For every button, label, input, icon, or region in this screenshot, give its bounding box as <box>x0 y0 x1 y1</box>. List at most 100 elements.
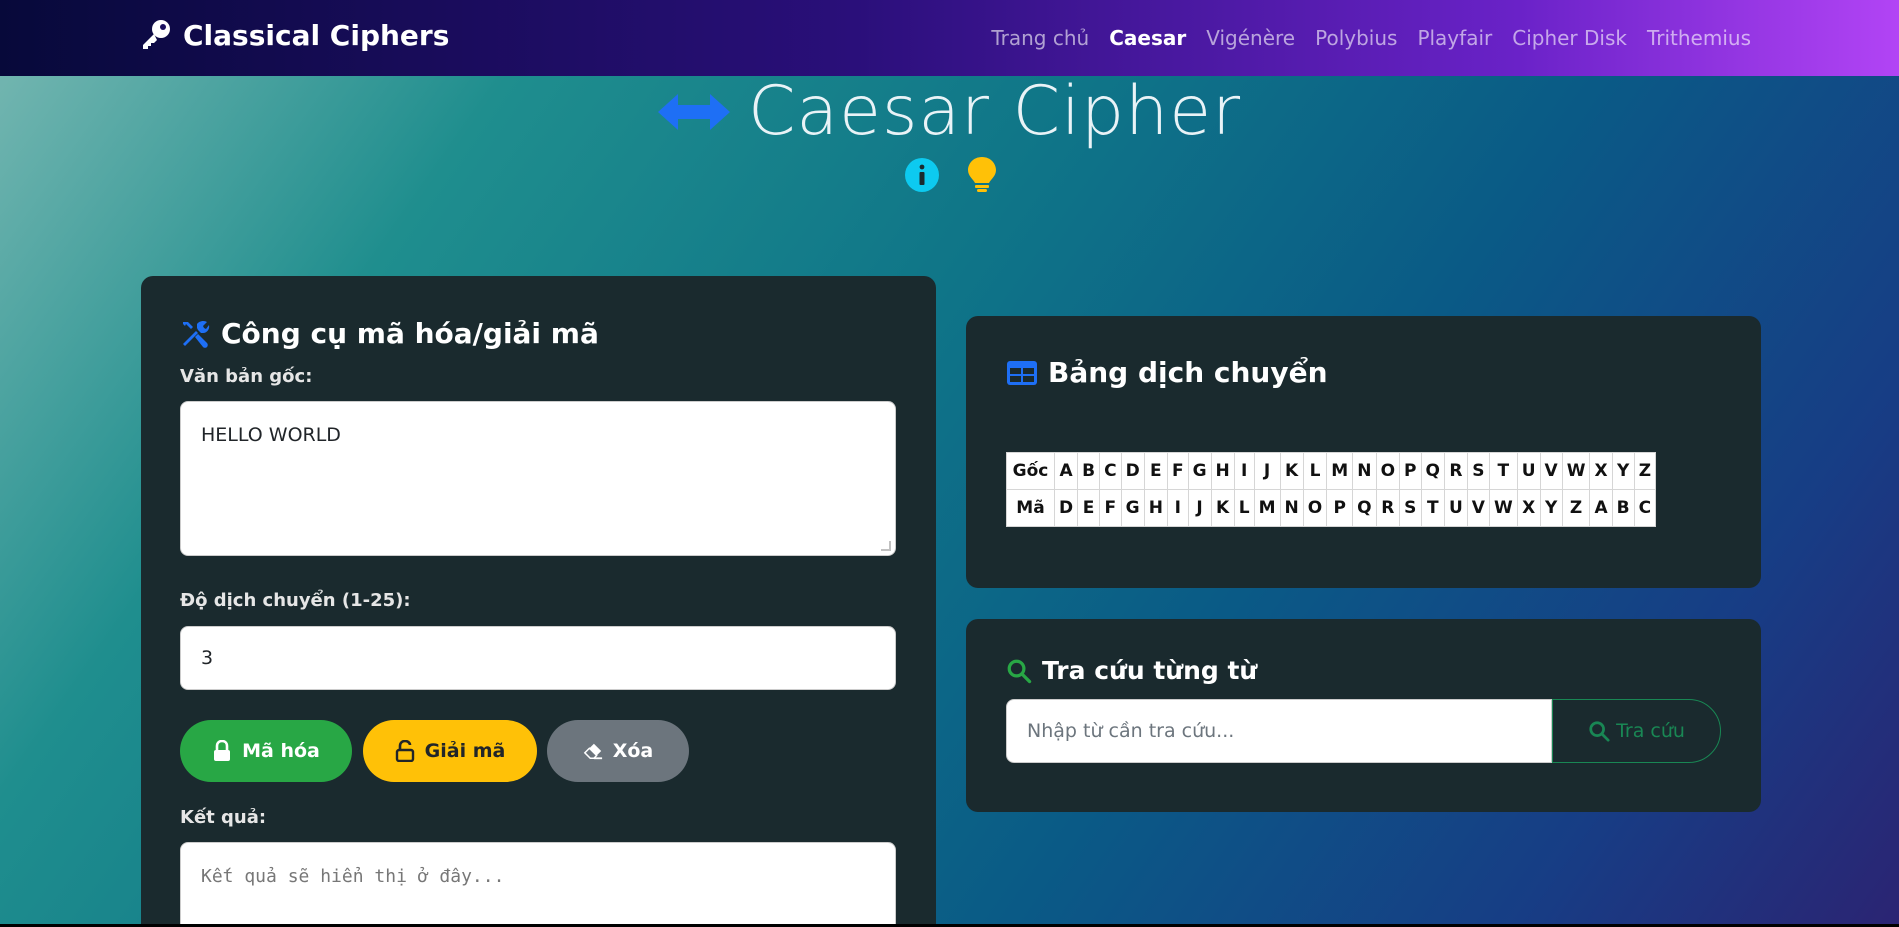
cipher-letter-cell: C <box>1633 489 1657 527</box>
cipher-letter-cell: F <box>1099 489 1122 527</box>
page-background: Classical Ciphers Trang chủ Caesar Vigén… <box>0 0 1899 924</box>
cipher-letter-cell: V <box>1466 489 1490 527</box>
plaintext-label: Văn bản gốc: <box>180 366 313 387</box>
plain-letter-cell: J <box>1253 452 1281 490</box>
cipher-letter-cell: G <box>1120 489 1145 527</box>
cipher-letter-cell: R <box>1375 489 1401 527</box>
result-placeholder: Kết quả sẽ hiển thị ở đây... <box>201 866 505 887</box>
plain-letter-cell: K <box>1279 452 1304 490</box>
hero-icons <box>904 156 1000 194</box>
cipher-letter-cell: H <box>1143 489 1168 527</box>
shift-value: 3 <box>201 647 214 669</box>
nav-link-cipher-disk[interactable]: Cipher Disk <box>1512 26 1627 50</box>
resize-handle[interactable] <box>881 541 891 551</box>
plain-letter-cell: E <box>1143 452 1168 490</box>
shift-input[interactable]: 3 <box>180 626 896 690</box>
cipher-letter-cell: O <box>1302 489 1328 527</box>
cipher-letter-cell: P <box>1326 489 1354 527</box>
shift-table-title-text: Bảng dịch chuyển <box>1048 356 1328 389</box>
plain-letter-cell: A <box>1053 452 1079 490</box>
cipher-letter-cell: K <box>1210 489 1235 527</box>
result-label: Kết quả: <box>180 807 267 828</box>
plain-letter-cell: U <box>1516 452 1541 490</box>
encrypt-label: Mã hóa <box>242 740 320 762</box>
cipher-letter-cell: I <box>1166 489 1189 527</box>
cipher-letter-cell: L <box>1233 489 1255 527</box>
cipher-letter-cell: M <box>1253 489 1281 527</box>
lookup-title-text: Tra cứu từng từ <box>1042 656 1258 685</box>
plain-letter-cell: I <box>1233 452 1255 490</box>
plain-letter-cell: R <box>1443 452 1468 490</box>
cipher-row-header: Mã <box>1006 489 1055 527</box>
plaintext-value: HELLO WORLD <box>201 424 341 446</box>
plain-letter-cell: L <box>1302 452 1328 490</box>
nav-links: Trang chủ Caesar Vigénère Polybius Playf… <box>991 26 1751 50</box>
encrypt-button[interactable]: Mã hóa <box>180 720 352 782</box>
nav-link-trithemius[interactable]: Trithemius <box>1647 26 1751 50</box>
plain-letter-cell: H <box>1210 452 1235 490</box>
decrypt-button[interactable]: Giải mã <box>363 720 537 782</box>
brand[interactable]: Classical Ciphers <box>139 18 449 52</box>
cipher-letter-cell: N <box>1279 489 1304 527</box>
shift-label: Độ dịch chuyển (1-25): <box>180 590 411 611</box>
cipher-letter-cell: B <box>1611 489 1635 527</box>
nav-link-playfair[interactable]: Playfair <box>1417 26 1492 50</box>
table-icon <box>1007 360 1037 385</box>
search-icon <box>1007 659 1032 683</box>
cipher-letter-cell: T <box>1420 489 1445 527</box>
key-icon <box>143 20 170 49</box>
plain-letter-cell: O <box>1375 452 1401 490</box>
lookup-input[interactable]: Nhập từ cần tra cứu... <box>1006 699 1552 763</box>
shift-table: Gốc A B C D E F G H I J K L M N O P Q R S T U V W X Y Z Mã D E F G H I J K… <box>1006 452 1657 527</box>
nav-link-home[interactable]: Trang chủ <box>991 26 1089 50</box>
plain-letter-cell: S <box>1466 452 1490 490</box>
arrows-left-right-icon <box>657 93 730 130</box>
cipher-letter-cell: S <box>1399 489 1422 527</box>
plain-letter-cell: T <box>1488 452 1518 490</box>
nav-link-polybius[interactable]: Polybius <box>1315 26 1397 50</box>
shift-table-title: Bảng dịch chuyển <box>1006 356 1328 389</box>
nav-link-caesar[interactable]: Caesar <box>1109 26 1186 50</box>
cipher-letter-cell: U <box>1443 489 1468 527</box>
info-circle-icon[interactable] <box>904 156 940 194</box>
cipher-letter-cell: E <box>1077 489 1101 527</box>
search-icon <box>1589 721 1610 742</box>
lookup-button[interactable]: Tra cứu <box>1552 699 1721 763</box>
cipher-letter-cell: Q <box>1352 489 1377 527</box>
eraser-icon <box>583 743 602 760</box>
result-output[interactable]: Kết quả sẽ hiển thị ở đây... <box>180 842 896 924</box>
page-title: Caesar Cipher <box>747 72 1242 151</box>
plaintext-input[interactable]: HELLO WORLD <box>180 401 896 556</box>
lookup-card: Tra cứu từng từ Nhập từ cần tra cứu... T… <box>966 619 1761 812</box>
page-header: Caesar Cipher <box>0 72 1899 151</box>
unlock-icon <box>395 740 414 762</box>
cipher-tool-title-text: Công cụ mã hóa/giải mã <box>221 317 599 350</box>
plain-letter-cell: P <box>1399 452 1422 490</box>
clear-button[interactable]: Xóa <box>547 720 689 782</box>
plain-letter-cell: C <box>1099 452 1122 490</box>
cipher-letter-cell: Z <box>1561 489 1591 527</box>
lookup-title: Tra cứu từng từ <box>1006 656 1257 685</box>
cipher-letter-cell: J <box>1187 489 1212 527</box>
plain-letter-cell: Y <box>1611 452 1635 490</box>
shift-table-card: Bảng dịch chuyển Gốc A B C D E F G H I J K L M N O P Q R S T… <box>966 316 1761 588</box>
plain-row-header: Gốc <box>1006 452 1055 490</box>
plain-letter-cell: Z <box>1633 452 1657 490</box>
plain-letter-cell: X <box>1589 452 1613 490</box>
nav-link-vigenere[interactable]: Vigénère <box>1206 26 1295 50</box>
plain-letter-cell: W <box>1561 452 1591 490</box>
decrypt-label: Giải mã <box>424 740 506 762</box>
cipher-letter-cell: D <box>1053 489 1079 527</box>
cipher-tool-card: Công cụ mã hóa/giải mã Văn bản gốc: HELL… <box>141 276 936 924</box>
plain-letter-cell: V <box>1539 452 1563 490</box>
plain-letter-cell: M <box>1326 452 1354 490</box>
brand-name: Classical Ciphers <box>183 18 450 52</box>
navbar: Classical Ciphers Trang chủ Caesar Vigén… <box>0 0 1899 76</box>
plain-letter-cell: F <box>1166 452 1189 490</box>
lightbulb-icon[interactable] <box>964 156 1000 194</box>
lookup-button-label: Tra cứu <box>1616 720 1685 742</box>
plain-letter-cell: D <box>1120 452 1145 490</box>
cipher-letter-cell: A <box>1589 489 1613 527</box>
cipher-letter-cell: X <box>1516 489 1541 527</box>
lookup-placeholder: Nhập từ cần tra cứu... <box>1027 720 1235 742</box>
